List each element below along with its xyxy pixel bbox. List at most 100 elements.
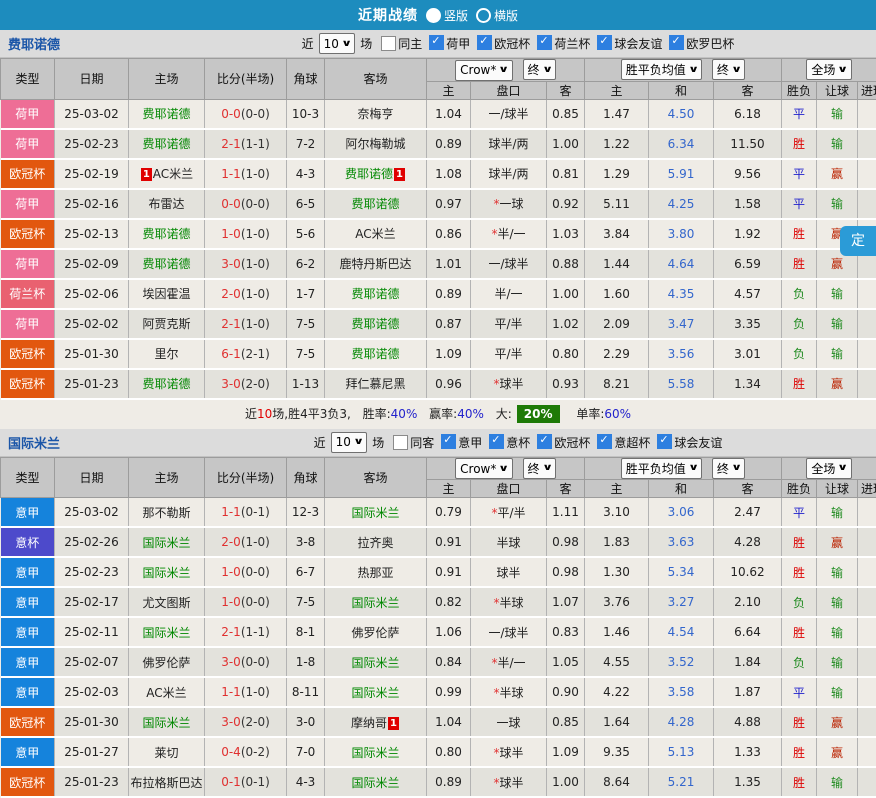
home-team[interactable]: 费耶诺德 (129, 99, 205, 129)
away-team[interactable]: 鹿特丹斯巴达 (325, 249, 427, 279)
home-team[interactable]: 佛罗伦萨 (129, 647, 205, 677)
home-team[interactable]: 费耶诺德 (129, 369, 205, 399)
league-checkbox[interactable] (537, 434, 552, 449)
scope-select[interactable]: 全场∨ (806, 59, 851, 80)
handicap-result-cell: 输 (817, 279, 858, 309)
result-cell: 平 (782, 159, 817, 189)
score-cell: 1-1(0-1) (205, 498, 287, 528)
league-checkbox[interactable] (441, 434, 456, 449)
home-team[interactable]: 国际米兰 (129, 707, 205, 737)
avg-draw-odds: 5.13 (649, 737, 714, 767)
avg-time-select[interactable]: 终∨ (712, 458, 745, 479)
away-team[interactable]: 费耶诺德 (325, 279, 427, 309)
away-team[interactable]: AC米兰 (325, 219, 427, 249)
away-team[interactable]: 国际米兰 (325, 498, 427, 528)
away-team[interactable]: 摩纳哥1 (325, 707, 427, 737)
home-team[interactable]: 1AC米兰 (129, 159, 205, 189)
home-team[interactable]: 国际米兰 (129, 527, 205, 557)
odds-time-select[interactable]: 终∨ (523, 458, 556, 479)
odds-time-select[interactable]: 终∨ (523, 59, 556, 80)
away-team[interactable]: 国际米兰 (325, 677, 427, 707)
avg-type-select[interactable]: 胜平负均值∨ (621, 59, 702, 80)
away-team[interactable]: 国际米兰 (325, 767, 427, 797)
away-team[interactable]: 费耶诺德 (325, 189, 427, 219)
home-team[interactable]: 那不勒斯 (129, 498, 205, 528)
avg-home-odds: 2.09 (585, 309, 649, 339)
away-team[interactable]: 拜仁慕尼黑 (325, 369, 427, 399)
home-team[interactable]: 布雷达 (129, 189, 205, 219)
home-team[interactable]: 费耶诺德 (129, 219, 205, 249)
table-row: 意甲 25-01-27 莱切 0-4(0-2) 7-0 国际米兰 0.80 *球… (1, 737, 876, 767)
home-team[interactable]: 国际米兰 (129, 557, 205, 587)
league-checkbox[interactable] (597, 434, 612, 449)
away-team[interactable]: 阿尔梅勒城 (325, 129, 427, 159)
away-team[interactable]: 国际米兰 (325, 647, 427, 677)
score-cell: 1-0(1-0) (205, 219, 287, 249)
avg-home-odds: 4.22 (585, 677, 649, 707)
league-type-badge: 荷兰杯 (1, 279, 55, 309)
avg-draw-odds: 3.56 (649, 339, 714, 369)
goals-cell (858, 279, 876, 309)
home-odds: 0.80 (427, 737, 471, 767)
away-team[interactable]: 费耶诺德 (325, 339, 427, 369)
league-checkbox[interactable] (537, 35, 552, 50)
avg-away-odds: 2.10 (714, 587, 782, 617)
home-odds: 0.82 (427, 587, 471, 617)
away-team[interactable]: 费耶诺德1 (325, 159, 427, 189)
home-team[interactable]: 尤文图斯 (129, 587, 205, 617)
home-team[interactable]: 里尔 (129, 339, 205, 369)
same-venue-checkbox[interactable] (393, 435, 408, 450)
away-odds: 0.98 (547, 527, 585, 557)
odds-company-select[interactable]: Crow*∨ (455, 60, 513, 81)
away-team[interactable]: 费耶诺德 (325, 309, 427, 339)
away-team[interactable]: 热那亚 (325, 557, 427, 587)
home-odds: 0.89 (427, 279, 471, 309)
team-name-link[interactable]: 国际米兰 (8, 433, 158, 452)
home-team[interactable]: 费耶诺德 (129, 249, 205, 279)
avg-type-select[interactable]: 胜平负均值∨ (621, 458, 702, 479)
handicap-line: 平/半 (471, 339, 547, 369)
avg-time-select[interactable]: 终∨ (712, 59, 745, 80)
home-team[interactable]: 费耶诺德 (129, 129, 205, 159)
handicap-line: 半球 (471, 527, 547, 557)
scope-select[interactable]: 全场∨ (806, 458, 851, 479)
same-venue-checkbox[interactable] (381, 36, 396, 51)
league-checkbox[interactable] (429, 35, 444, 50)
league-checkbox[interactable] (669, 35, 684, 50)
league-checkbox[interactable] (489, 434, 504, 449)
pin-tab[interactable]: 定 (840, 226, 876, 256)
home-team[interactable]: 埃因霍温 (129, 279, 205, 309)
odds-company-select[interactable]: Crow*∨ (455, 458, 513, 479)
home-team[interactable]: 莱切 (129, 737, 205, 767)
league-checkbox[interactable] (597, 35, 612, 50)
table-row: 意甲 25-03-02 那不勒斯 1-1(0-1) 12-3 国际米兰 0.79… (1, 498, 876, 528)
match-count-select[interactable]: 10∨ (331, 432, 368, 453)
home-team[interactable]: AC米兰 (129, 677, 205, 707)
home-team[interactable]: 阿贾克斯 (129, 309, 205, 339)
home-team[interactable]: 国际米兰 (129, 617, 205, 647)
layout-radio-horizontal[interactable] (476, 8, 491, 23)
league-checkbox[interactable] (657, 434, 672, 449)
away-team[interactable]: 拉齐奥 (325, 527, 427, 557)
handicap-result-cell: 输 (817, 99, 858, 129)
avg-away-odds: 10.62 (714, 557, 782, 587)
result-cell: 胜 (782, 369, 817, 399)
col-odds-line: 盘口 (471, 81, 547, 99)
away-team[interactable]: 国际米兰 (325, 587, 427, 617)
avg-draw-odds: 3.80 (649, 219, 714, 249)
match-date: 25-02-06 (55, 279, 129, 309)
away-odds: 0.93 (547, 369, 585, 399)
away-team[interactable]: 佛罗伦萨 (325, 617, 427, 647)
layout-radio-vertical[interactable] (426, 8, 441, 23)
team-name-link[interactable]: 费耶诺德 (8, 34, 158, 53)
league-checkbox[interactable] (477, 35, 492, 50)
col-handicap: 让球 (817, 81, 858, 99)
result-cell: 胜 (782, 557, 817, 587)
away-team[interactable]: 奈梅亨 (325, 99, 427, 129)
handicap-result-cell: 输 (817, 189, 858, 219)
away-team[interactable]: 国际米兰 (325, 737, 427, 767)
match-date: 25-01-23 (55, 767, 129, 797)
match-count-select[interactable]: 10∨ (319, 33, 356, 54)
col-type: 类型 (1, 59, 55, 100)
home-team[interactable]: 布拉格斯巴达 (129, 767, 205, 797)
